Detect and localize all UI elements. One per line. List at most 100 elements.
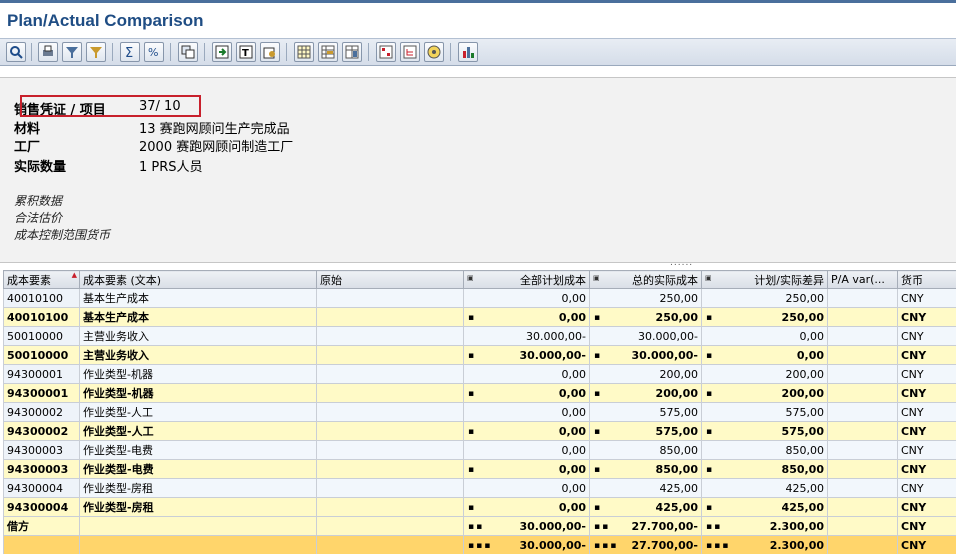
- cell-variance[interactable]: ▪ 850,00: [701, 459, 828, 479]
- detail-icon[interactable]: [6, 42, 26, 62]
- table-row[interactable]: 94300003 作业类型-电费 0,00 850,00 850,00 CNY: [3, 440, 956, 460]
- cell-pa-var[interactable]: [827, 478, 898, 498]
- export-icon[interactable]: [212, 42, 232, 62]
- cell-cost-element[interactable]: 40010100: [3, 288, 80, 308]
- cell-total-plan[interactable]: ▪ 0,00: [463, 421, 590, 441]
- cell-cost-element-text[interactable]: 基本生产成本: [79, 307, 317, 327]
- hierarchy-icon[interactable]: [400, 42, 420, 62]
- cell-cost-element[interactable]: 94300001: [3, 383, 80, 403]
- cell-currency[interactable]: CNY: [897, 364, 956, 384]
- cell-pa-var[interactable]: [827, 402, 898, 422]
- subtotal-row[interactable]: 94300002 作业类型-人工 ▪ 0,00 ▪ 575,00 ▪ 575,00 CNY: [3, 421, 956, 441]
- cell-cost-element-text[interactable]: 主营业务收入: [79, 345, 317, 365]
- cell-pa-var[interactable]: [827, 383, 898, 403]
- currency-icon[interactable]: [376, 42, 396, 62]
- cell-variance[interactable]: 575,00: [701, 402, 828, 422]
- cell-currency[interactable]: CNY: [897, 497, 956, 517]
- cell-cost-element-text[interactable]: [79, 516, 317, 536]
- cell-origin[interactable]: [316, 459, 464, 479]
- cell-cost-element[interactable]: 50010000: [3, 345, 80, 365]
- cell-origin[interactable]: [316, 535, 464, 554]
- subtotal-row[interactable]: 50010000 主营业务收入 ▪ 30.000,00- ▪ 30.000,00- ▪ 0,0…: [3, 345, 956, 365]
- cell-pa-var[interactable]: [827, 497, 898, 517]
- splitter-handle[interactable]: ......: [670, 258, 693, 268]
- cell-total-actual[interactable]: ▪ 250,00: [589, 307, 702, 327]
- sum-icon[interactable]: Σ: [120, 42, 140, 62]
- grid-layout-icon[interactable]: [318, 42, 338, 62]
- cell-cost-element[interactable]: 94300003: [3, 440, 80, 460]
- cell-origin[interactable]: [316, 345, 464, 365]
- cell-pa-var[interactable]: [827, 535, 898, 554]
- cell-origin[interactable]: [316, 307, 464, 327]
- cell-currency[interactable]: CNY: [897, 535, 956, 554]
- cell-total-actual[interactable]: ▪ 200,00: [589, 383, 702, 403]
- cell-total-plan[interactable]: ▪ 0,00: [463, 307, 590, 327]
- cell-total-plan[interactable]: ▪ 0,00: [463, 383, 590, 403]
- cell-total-plan[interactable]: 0,00: [463, 402, 590, 422]
- cell-total-actual[interactable]: ▪▪ 27.700,00-: [589, 516, 702, 536]
- display-variant-icon[interactable]: [178, 42, 198, 62]
- cell-pa-var[interactable]: [827, 364, 898, 384]
- cell-pa-var[interactable]: [827, 307, 898, 327]
- cell-cost-element[interactable]: 94300003: [3, 459, 80, 479]
- cell-total-plan[interactable]: 0,00: [463, 440, 590, 460]
- cell-variance[interactable]: 425,00: [701, 478, 828, 498]
- cell-total-plan[interactable]: ▪ 0,00: [463, 459, 590, 479]
- cell-origin[interactable]: [316, 402, 464, 422]
- cell-variance[interactable]: ▪▪ 2.300,00: [701, 516, 828, 536]
- cell-total-actual[interactable]: 425,00: [589, 478, 702, 498]
- cell-cost-element-text[interactable]: 作业类型-房租: [79, 478, 317, 498]
- cell-pa-var[interactable]: [827, 516, 898, 536]
- col-total-actual[interactable]: ▣ 总的实际成本: [589, 270, 702, 289]
- cell-total-actual[interactable]: ▪ 575,00: [589, 421, 702, 441]
- col-variance[interactable]: ▣ 计划/实际差异: [701, 270, 828, 289]
- cell-variance[interactable]: ▪ 200,00: [701, 383, 828, 403]
- filter-set-icon[interactable]: [62, 42, 82, 62]
- cell-origin[interactable]: [316, 288, 464, 308]
- cell-total-actual[interactable]: 575,00: [589, 402, 702, 422]
- cell-total-plan[interactable]: ▪▪ 30.000,00-: [463, 516, 590, 536]
- cell-total-actual[interactable]: 30.000,00-: [589, 326, 702, 346]
- cell-total-plan[interactable]: 0,00: [463, 364, 590, 384]
- cell-currency[interactable]: CNY: [897, 326, 956, 346]
- cell-total-actual[interactable]: 850,00: [589, 440, 702, 460]
- cell-origin[interactable]: [316, 440, 464, 460]
- col-total-plan[interactable]: ▣ 全部计划成本: [463, 270, 590, 289]
- table-view-icon[interactable]: [294, 42, 314, 62]
- cell-cost-element[interactable]: 94300001: [3, 364, 80, 384]
- col-cost-element[interactable]: 成本要素 ▲: [3, 270, 80, 289]
- cell-cost-element-text[interactable]: 作业类型-电费: [79, 459, 317, 479]
- cell-cost-element[interactable]: 借方: [3, 516, 80, 536]
- cell-cost-element-text[interactable]: 作业类型-人工: [79, 402, 317, 422]
- cell-pa-var[interactable]: [827, 459, 898, 479]
- col-pa-var[interactable]: P/A var(...: [827, 270, 898, 289]
- cell-pa-var[interactable]: [827, 345, 898, 365]
- column-layout-icon[interactable]: [342, 42, 362, 62]
- cell-cost-element-text[interactable]: 作业类型-电费: [79, 440, 317, 460]
- cell-total-actual[interactable]: ▪▪▪ 27.700,00-: [589, 535, 702, 554]
- cell-cost-element-text[interactable]: 主营业务收入: [79, 326, 317, 346]
- cell-origin[interactable]: [316, 478, 464, 498]
- cell-currency[interactable]: CNY: [897, 516, 956, 536]
- total-row[interactable]: 借方 ▪▪ 30.000,00- ▪▪ 27.700,00- ▪▪ 2.300,00 CNY: [3, 516, 956, 536]
- info-icon[interactable]: [424, 42, 444, 62]
- cell-pa-var[interactable]: [827, 421, 898, 441]
- cell-currency[interactable]: CNY: [897, 478, 956, 498]
- cell-cost-element[interactable]: [3, 535, 80, 554]
- cell-variance[interactable]: 200,00: [701, 364, 828, 384]
- cell-total-plan[interactable]: ▪▪▪ 30.000,00-: [463, 535, 590, 554]
- cell-currency[interactable]: CNY: [897, 383, 956, 403]
- cell-pa-var[interactable]: [827, 288, 898, 308]
- cell-variance[interactable]: ▪ 575,00: [701, 421, 828, 441]
- cell-currency[interactable]: CNY: [897, 421, 956, 441]
- subtotal-icon[interactable]: %: [144, 42, 164, 62]
- cell-cost-element[interactable]: 94300004: [3, 497, 80, 517]
- cell-pa-var[interactable]: [827, 326, 898, 346]
- cell-total-plan[interactable]: 0,00: [463, 478, 590, 498]
- cell-origin[interactable]: [316, 364, 464, 384]
- cell-cost-element-text[interactable]: 作业类型-机器: [79, 364, 317, 384]
- cell-origin[interactable]: [316, 326, 464, 346]
- cell-cost-element[interactable]: 40010100: [3, 307, 80, 327]
- cell-origin[interactable]: [316, 421, 464, 441]
- cell-currency[interactable]: CNY: [897, 307, 956, 327]
